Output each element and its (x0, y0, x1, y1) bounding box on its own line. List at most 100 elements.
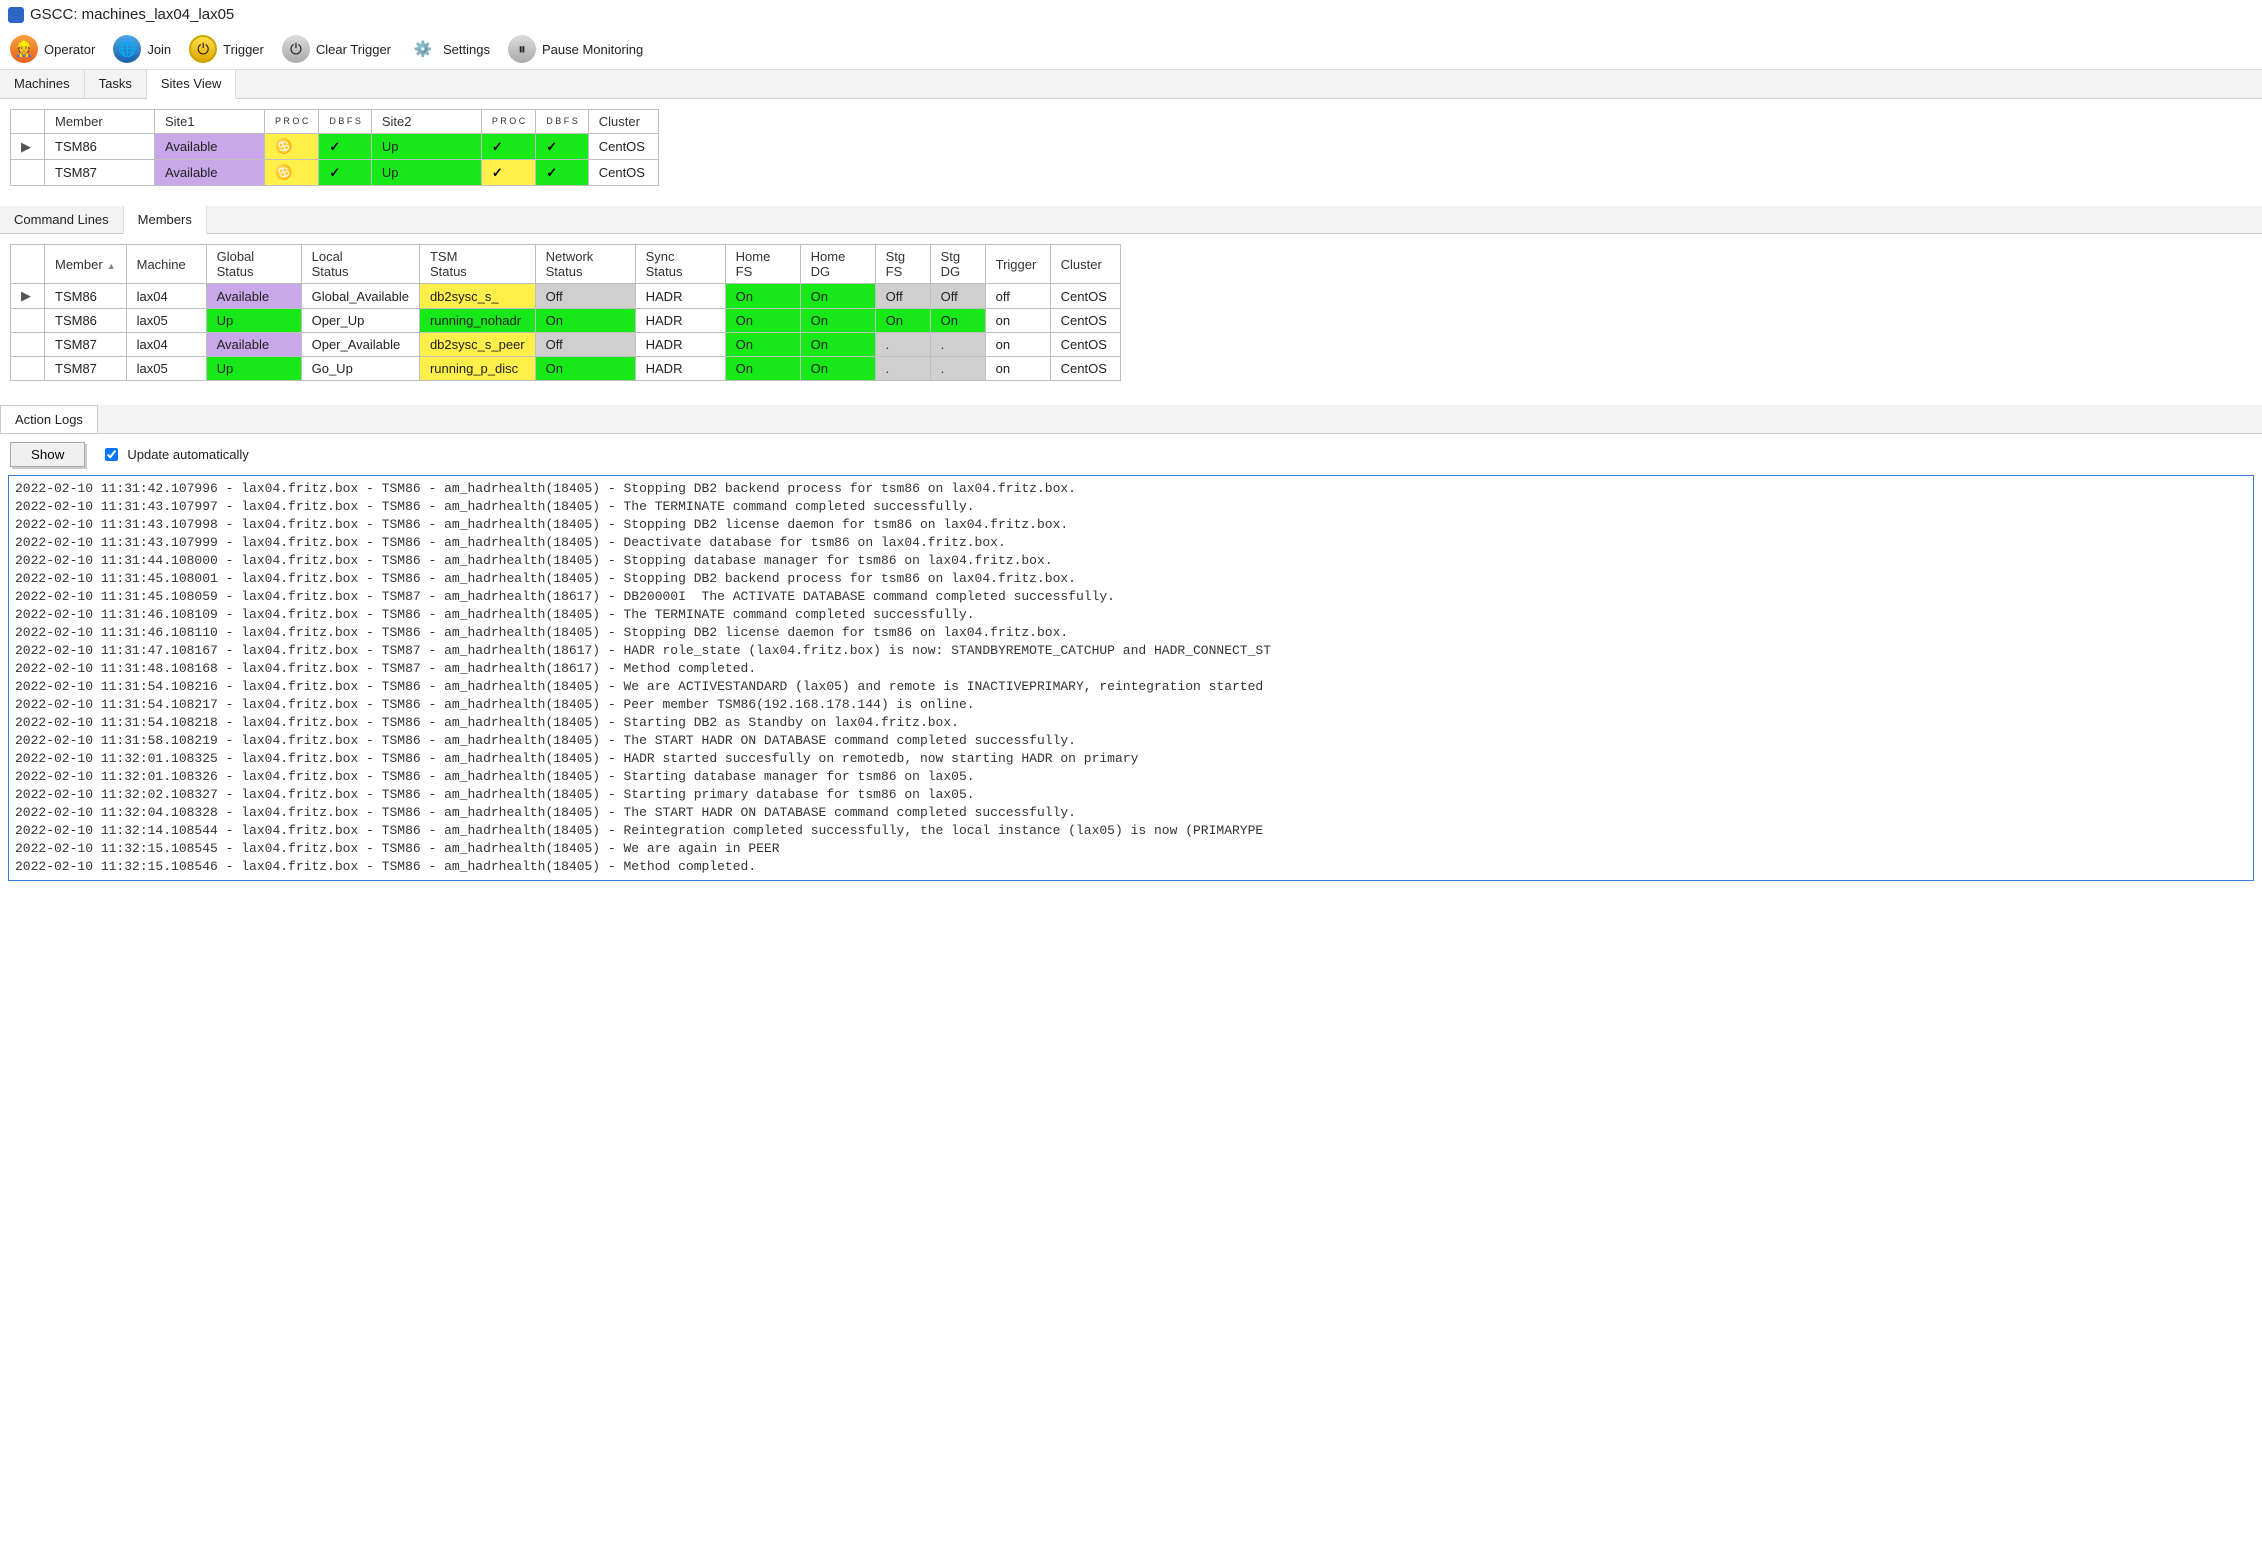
cell-site1: Available (155, 160, 265, 186)
cell-machine: lax04 (126, 284, 206, 309)
col-local-status[interactable]: Local Status (301, 245, 419, 284)
col-stg-fs[interactable]: Stg FS (875, 245, 930, 284)
row-selector-header (11, 110, 45, 134)
cell-member: TSM86 (45, 134, 155, 160)
cell-stg-dg: Off (930, 284, 985, 309)
table-row[interactable]: TSM87 lax04 Available Oper_Available db2… (11, 333, 1121, 357)
col-member[interactable]: Member▲ (45, 245, 127, 284)
row-indicator (11, 333, 45, 357)
operator-button[interactable]: 👷 Operator (10, 35, 95, 63)
settings-button[interactable]: ⚙️ Settings (409, 35, 490, 63)
col-tsm-status[interactable]: TSM Status (419, 245, 535, 284)
table-row[interactable]: TSM87 lax05 Up Go_Up running_p_disc On H… (11, 357, 1121, 381)
show-button[interactable]: Show (10, 442, 85, 467)
table-row[interactable]: TSM86 lax05 Up Oper_Up running_nohadr On… (11, 309, 1121, 333)
cell-cluster: CentOS (588, 134, 658, 160)
cell-proc2: ✓ (481, 160, 535, 186)
tab-machines[interactable]: Machines (0, 70, 85, 98)
col-sync-status[interactable]: Sync Status (635, 245, 725, 284)
cell-network-status: Off (535, 284, 635, 309)
table-row[interactable]: ▶ TSM86 Available ♋ ✓ Up ✓ ✓ CentOS (11, 134, 659, 160)
row-indicator: ▶ (11, 284, 45, 309)
cell-global-status: Up (206, 309, 301, 333)
col-stg-dg[interactable]: Stg DG (930, 245, 985, 284)
cell-network-status: On (535, 357, 635, 381)
operator-label: Operator (44, 42, 95, 57)
cell-home-dg: On (800, 333, 875, 357)
cell-home-fs: On (725, 284, 800, 309)
cell-dbfs1: ✓ (319, 160, 372, 186)
tab-sites-view[interactable]: Sites View (147, 70, 236, 99)
log-toolbar: Show Update automatically (0, 434, 2262, 475)
col-member[interactable]: Member (45, 110, 155, 134)
cell-machine: lax05 (126, 357, 206, 381)
cell-local-status: Oper_Up (301, 309, 419, 333)
cell-dbfs2: ✓ (536, 134, 589, 160)
col-cluster[interactable]: Cluster (588, 110, 658, 134)
trigger-button[interactable]: ⏻ Trigger (189, 35, 264, 63)
cell-trigger: on (985, 357, 1050, 381)
cell-tsm-status: running_p_disc (419, 357, 535, 381)
table-row[interactable]: ▶ TSM86 lax04 Available Global_Available… (11, 284, 1121, 309)
cell-member: TSM87 (45, 160, 155, 186)
row-selector-header (11, 245, 45, 284)
tab-tasks[interactable]: Tasks (85, 70, 147, 98)
members-table[interactable]: Member▲ Machine Global Status Local Stat… (10, 244, 1121, 381)
col-network-status[interactable]: Network Status (535, 245, 635, 284)
log-output[interactable]: 2022-02-10 11:31:42.107996 - lax04.fritz… (8, 475, 2254, 881)
col-proc1[interactable]: P R O C (265, 110, 319, 134)
row-indicator (11, 357, 45, 381)
window-title-bar: GSCC: machines_lax04_lax05 (0, 0, 2262, 29)
update-automatically-checkbox[interactable]: Update automatically (101, 445, 248, 464)
cell-trigger: on (985, 333, 1050, 357)
mid-tabs: Command Lines Members (0, 206, 2262, 234)
cell-site2: Up (371, 160, 481, 186)
cell-home-dg: On (800, 357, 875, 381)
row-indicator: ▶ (11, 134, 45, 160)
col-proc2[interactable]: P R O C (481, 110, 535, 134)
cell-dbfs2: ✓ (536, 160, 589, 186)
col-home-dg[interactable]: Home DG (800, 245, 875, 284)
pause-monitoring-button[interactable]: ⏸ Pause Monitoring (508, 35, 643, 63)
cell-home-fs: On (725, 333, 800, 357)
cell-proc2: ✓ (481, 134, 535, 160)
window-title: GSCC: machines_lax04_lax05 (30, 6, 234, 23)
cell-site2: Up (371, 134, 481, 160)
clear-trigger-button[interactable]: ⏻ Clear Trigger (282, 35, 391, 63)
members-panel: Member▲ Machine Global Status Local Stat… (0, 234, 2262, 391)
tab-members[interactable]: Members (124, 206, 207, 234)
settings-label: Settings (443, 42, 490, 57)
sites-table[interactable]: Member Site1 P R O C D B F S Site2 P R O… (10, 109, 659, 186)
cell-cluster: CentOS (588, 160, 658, 186)
settings-icon: ⚙️ (409, 35, 437, 63)
sort-asc-icon: ▲ (107, 261, 116, 271)
tab-action-logs[interactable]: Action Logs (0, 405, 98, 433)
col-dbfs1[interactable]: D B F S (319, 110, 372, 134)
col-site1[interactable]: Site1 (155, 110, 265, 134)
cell-member: TSM86 (45, 284, 127, 309)
col-cluster[interactable]: Cluster (1050, 245, 1120, 284)
table-row[interactable]: TSM87 Available ♋ ✓ Up ✓ ✓ CentOS (11, 160, 659, 186)
col-trigger[interactable]: Trigger (985, 245, 1050, 284)
col-global-status[interactable]: Global Status (206, 245, 301, 284)
cell-global-status: Available (206, 284, 301, 309)
cell-tsm-status: running_nohadr (419, 309, 535, 333)
cell-tsm-status: db2sysc_s_ (419, 284, 535, 309)
col-site2[interactable]: Site2 (371, 110, 481, 134)
cell-stg-fs: . (875, 333, 930, 357)
cell-cluster: CentOS (1050, 309, 1120, 333)
join-button[interactable]: 🌐 Join (113, 35, 171, 63)
col-home-fs[interactable]: Home FS (725, 245, 800, 284)
col-dbfs2[interactable]: D B F S (536, 110, 589, 134)
tab-command-lines[interactable]: Command Lines (0, 206, 124, 233)
cell-sync-status: HADR (635, 357, 725, 381)
trigger-icon: ⏻ (189, 35, 217, 63)
col-machine[interactable]: Machine (126, 245, 206, 284)
update-checkbox-input[interactable] (105, 448, 118, 461)
cell-home-fs: On (725, 309, 800, 333)
cell-proc1: ♋ (265, 134, 319, 160)
cell-stg-dg: . (930, 357, 985, 381)
cell-site1: Available (155, 134, 265, 160)
cell-cluster: CentOS (1050, 333, 1120, 357)
cell-sync-status: HADR (635, 333, 725, 357)
